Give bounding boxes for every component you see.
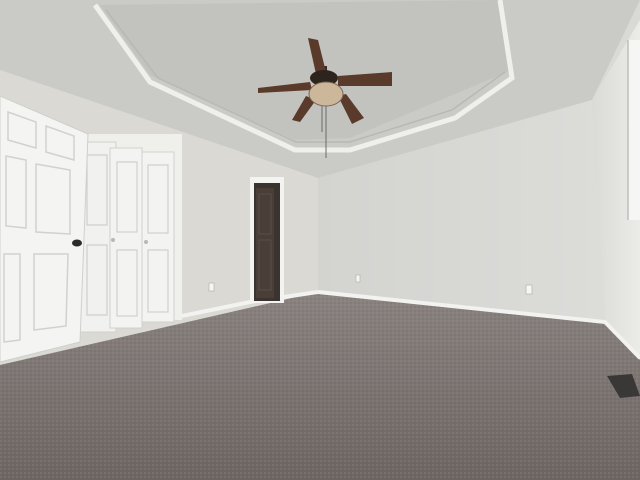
closet-knob <box>144 240 148 244</box>
bedroom-door <box>0 95 89 363</box>
outlet-icon <box>525 284 533 295</box>
outlet-icon <box>208 282 215 292</box>
closet-knob <box>111 238 115 242</box>
closet-door-right-2 <box>141 151 175 323</box>
empty-bedroom-photo <box>0 0 640 480</box>
door-knob-icon <box>72 239 82 247</box>
window-edge <box>628 40 640 220</box>
outlet-icon <box>355 274 361 283</box>
